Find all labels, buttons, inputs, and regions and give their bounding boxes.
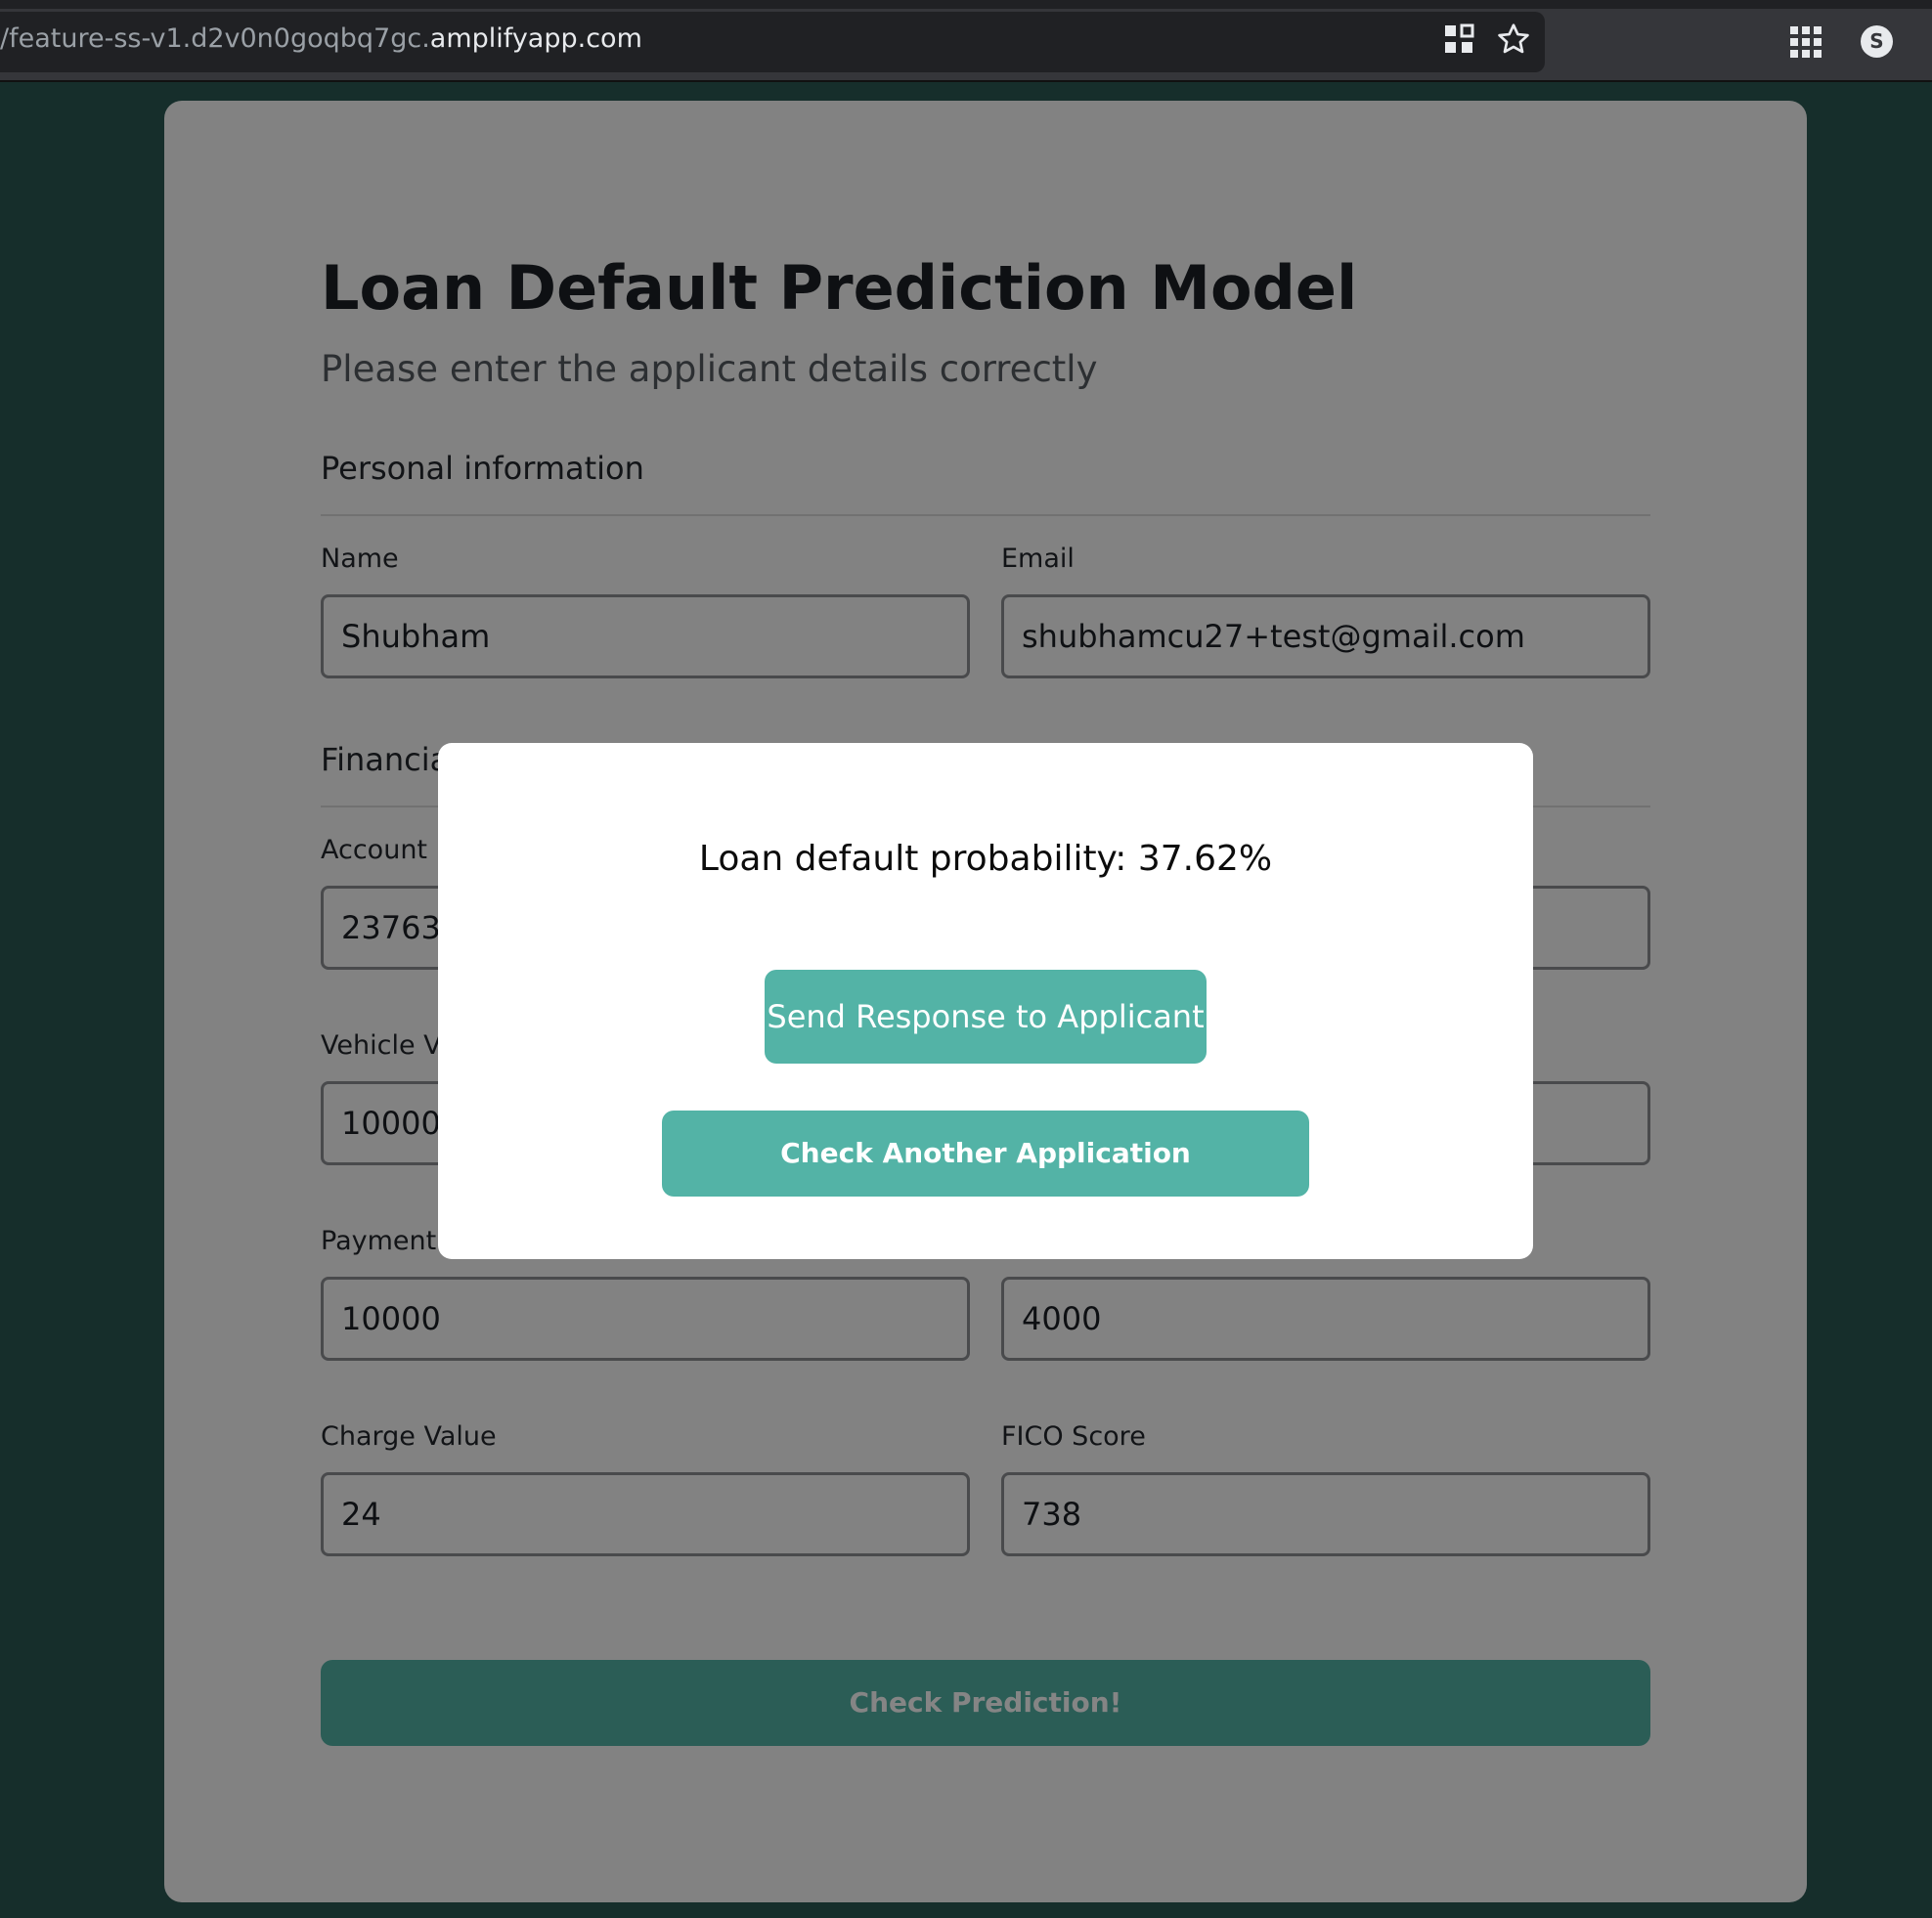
address-bar[interactable]: /feature-ss-v1.d2v0n0goqbq7gc.amplifyapp…: [0, 12, 1545, 72]
send-response-button[interactable]: Send Response to Applicant: [765, 970, 1207, 1064]
apps-grid-icon[interactable]: [1789, 25, 1822, 65]
star-icon[interactable]: [1496, 22, 1531, 63]
check-another-application-button[interactable]: Check Another Application: [662, 1111, 1309, 1197]
default-probability-text: Loan default probability: 37.62%: [698, 839, 1273, 879]
url-text[interactable]: /feature-ss-v1.d2v0n0goqbq7gc.amplifyapp…: [0, 23, 642, 54]
qr-code-icon[interactable]: [1443, 23, 1474, 61]
result-modal: Loan default probability: 37.62% Send Re…: [438, 743, 1533, 1259]
tab-strip: [0, 0, 1932, 9]
browser-toolbar: /feature-ss-v1.d2v0n0goqbq7gc.amplifyapp…: [0, 0, 1932, 82]
url-domain: amplifyapp.com: [429, 23, 642, 54]
profile-avatar-icon[interactable]: S: [1861, 25, 1893, 58]
url-path: /feature-ss-v1.d2v0n0goqbq7gc.: [0, 23, 430, 54]
